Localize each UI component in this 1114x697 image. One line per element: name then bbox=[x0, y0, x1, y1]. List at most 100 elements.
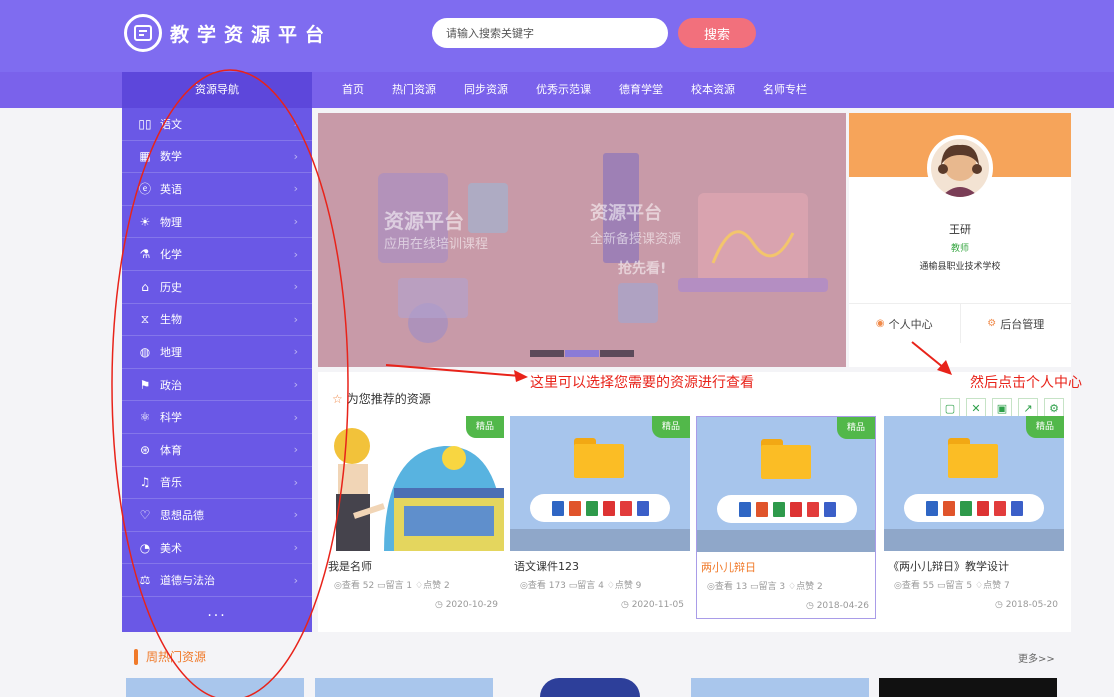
sidebar-item-label: 道德与法治 bbox=[160, 574, 215, 588]
banner-left-subtitle: 应用在线培训课程 bbox=[384, 237, 489, 252]
sidebar-item-chemistry[interactable]: ⚗ 化学 › bbox=[122, 238, 312, 271]
chevron-right-icon: › bbox=[293, 508, 298, 522]
personal-center-label: 个人中心 bbox=[888, 317, 933, 331]
sidebar-item-label: 物理 bbox=[160, 215, 182, 229]
sidebar-more-button[interactable]: ... bbox=[122, 597, 312, 631]
resource-title[interactable]: 两小儿辩日 bbox=[701, 559, 756, 575]
dna-icon: ⧖ bbox=[140, 311, 150, 326]
chevron-right-icon: › bbox=[293, 541, 298, 555]
chevron-right-icon: › bbox=[293, 149, 298, 163]
nav-link-teacher[interactable]: 名师专栏 bbox=[749, 72, 821, 108]
share-icon[interactable]: ↗ bbox=[1018, 398, 1038, 418]
personal-center-button[interactable]: ◉ 个人中心 bbox=[849, 304, 960, 343]
resource-card[interactable]: 精品 我是名师 ◎查看 52 ▭留言 1 ♢点赞 2 ◷ 2020-10-29 bbox=[324, 416, 504, 619]
globe-icon: ◍ bbox=[139, 344, 151, 359]
profile-role: 教师 bbox=[950, 244, 969, 254]
featured-badge: 精品 bbox=[1026, 416, 1064, 438]
featured-badge: 精品 bbox=[837, 417, 875, 439]
nav-link-sync[interactable]: 同步资源 bbox=[450, 72, 522, 108]
book-icon: ▯▯ bbox=[138, 116, 152, 131]
sidebar-item-label: 语文 bbox=[160, 117, 182, 131]
sidebar-item-english[interactable]: ⓔ 英语 › bbox=[122, 173, 312, 206]
hot-thumbnail[interactable] bbox=[879, 678, 1057, 697]
search-input[interactable] bbox=[432, 18, 668, 48]
folder-icon bbox=[761, 439, 811, 479]
resource-date: ◷ 2020-11-05 bbox=[620, 600, 684, 610]
profile-school: 通榆县职业技术学校 bbox=[919, 262, 1001, 272]
hot-thumbnail[interactable] bbox=[691, 678, 869, 697]
resource-date: ◷ 2018-04-26 bbox=[805, 601, 869, 611]
logo[interactable]: 教学资源平台 bbox=[124, 14, 332, 52]
banner-carousel[interactable]: 资源平台 应用在线培训课程 资源平台 全新备授课资源 抢先看! bbox=[318, 113, 846, 367]
nav-link-demo-class[interactable]: 优秀示范课 bbox=[522, 72, 605, 108]
resource-card[interactable]: 精品 语文课件123 ◎查看 173 ▭留言 4 ♢点赞 9 ◷ 2020-11… bbox=[510, 416, 690, 619]
chevron-right-icon: › bbox=[293, 410, 298, 424]
carousel-dot[interactable] bbox=[600, 350, 634, 357]
sidebar-item-physics[interactable]: ☀ 物理 › bbox=[122, 206, 312, 239]
sidebar-item-law[interactable]: ⚖ 道德与法治 › bbox=[122, 564, 312, 597]
gear-icon: ⚙ bbox=[987, 318, 997, 329]
annotation-right: 然后点击个人中心 bbox=[970, 375, 1082, 391]
english-icon: ⓔ bbox=[138, 182, 151, 197]
resource-stats: ◎查看 173 ▭留言 4 ♢点赞 9 bbox=[520, 581, 642, 591]
nav-link-school[interactable]: 校本资源 bbox=[677, 72, 749, 108]
logo-text: 教学资源平台 bbox=[170, 23, 333, 46]
sidebar: ▯▯ 语文 › ▦ 数学 › ⓔ 英语 › ☀ 物理 › ⚗ 化学 › ⌂ 历史 › ⧖ 生物 › ◍ 地理 ›… bbox=[122, 108, 312, 632]
featured-badge: 精品 bbox=[652, 416, 690, 438]
fullscreen-icon[interactable]: ✕ bbox=[966, 398, 986, 418]
sidebar-item-biology[interactable]: ⧖ 生物 › bbox=[122, 304, 312, 337]
carousel-dot-active[interactable] bbox=[565, 350, 599, 357]
annotation-middle: 这里可以选择您需要的资源进行查看 bbox=[530, 375, 754, 391]
hot-resources-section: 周热门资源 更多>> bbox=[0, 636, 1114, 697]
profile-card: 王研 教师 通榆县职业技术学校 ◉ 个人中心 ⚙ 后台管理 bbox=[849, 113, 1071, 367]
main-navbar: 资源导航 首页 热门资源 同步资源 优秀示范课 德育学堂 校本资源 名师专栏 bbox=[0, 72, 1114, 108]
more-link[interactable]: 更多>> bbox=[1018, 650, 1055, 665]
resource-date: ◷ 2020-10-29 bbox=[434, 600, 498, 610]
sidebar-item-geography[interactable]: ◍ 地理 › bbox=[122, 336, 312, 369]
sidebar-item-science[interactable]: ⚛ 科学 › bbox=[122, 401, 312, 434]
settings-icon[interactable]: ⚙ bbox=[1044, 398, 1064, 418]
nav-link-home[interactable]: 首页 bbox=[328, 72, 378, 108]
sidebar-item-math[interactable]: ▦ 数学 › bbox=[122, 141, 312, 174]
resource-card[interactable]: 精品 《两小儿辩日》教学设计 ◎查看 55 ▭留言 5 ♢点赞 7 ◷ 2018… bbox=[884, 416, 1064, 619]
hot-title-text: 周热门资源 bbox=[146, 650, 207, 664]
sidebar-item-morality[interactable]: ♡ 思想品德 › bbox=[122, 499, 312, 532]
hot-thumbnail[interactable] bbox=[126, 678, 304, 697]
resource-title[interactable]: 我是名师 bbox=[328, 558, 372, 574]
sidebar-item-label: 政治 bbox=[160, 378, 182, 392]
sidebar-item-label: 体育 bbox=[160, 443, 182, 457]
resource-title[interactable]: 《两小儿辩日》教学设计 bbox=[888, 558, 1009, 574]
sidebar-item-label: 地理 bbox=[160, 345, 182, 359]
hot-thumbnail[interactable] bbox=[540, 678, 640, 697]
chevron-right-icon: › bbox=[293, 475, 298, 489]
carousel-dot[interactable] bbox=[530, 350, 564, 357]
hot-thumbnail[interactable] bbox=[315, 678, 493, 697]
sidebar-item-pe[interactable]: ⊛ 体育 › bbox=[122, 434, 312, 467]
avatar[interactable] bbox=[927, 135, 993, 201]
search-button[interactable]: 搜索 bbox=[678, 18, 756, 48]
sidebar-item-history[interactable]: ⌂ 历史 › bbox=[122, 271, 312, 304]
resource-card-selected[interactable]: 精品 两小儿辩日 ◎查看 13 ▭留言 3 ♢点赞 2 ◷ 2018-04-26 bbox=[696, 416, 876, 619]
sidebar-item-politics[interactable]: ⚑ 政治 › bbox=[122, 369, 312, 402]
ball-icon: ⊛ bbox=[139, 442, 151, 457]
admin-button[interactable]: ⚙ 后台管理 bbox=[959, 304, 1072, 343]
carousel-dots bbox=[530, 350, 635, 357]
chevron-right-icon: › bbox=[293, 443, 298, 457]
featured-badge: 精品 bbox=[466, 416, 504, 438]
recommended-title: ☆ 为您推荐的资源 bbox=[332, 390, 431, 407]
sidebar-item-chinese[interactable]: ▯▯ 语文 › bbox=[122, 108, 312, 141]
file-types-bar bbox=[904, 494, 1044, 522]
temple-icon: ⌂ bbox=[141, 279, 149, 294]
sidebar-item-music[interactable]: ♫ 音乐 › bbox=[122, 467, 312, 500]
reader-icon[interactable]: ▢ bbox=[940, 398, 960, 418]
file-types-bar bbox=[717, 495, 857, 523]
sidebar-item-art[interactable]: ◔ 美术 › bbox=[122, 532, 312, 565]
nav-link-moral[interactable]: 德育学堂 bbox=[605, 72, 677, 108]
profile-name: 王研 bbox=[949, 223, 971, 236]
lightbulb-icon: ☀ bbox=[139, 214, 151, 229]
resource-stats: ◎查看 55 ▭留言 5 ♢点赞 7 bbox=[894, 581, 1010, 591]
save-icon[interactable]: ▣ bbox=[992, 398, 1012, 418]
nav-link-hot[interactable]: 热门资源 bbox=[378, 72, 450, 108]
resource-title[interactable]: 语文课件123 bbox=[514, 558, 579, 574]
recommended-title-text: 为您推荐的资源 bbox=[346, 392, 431, 406]
